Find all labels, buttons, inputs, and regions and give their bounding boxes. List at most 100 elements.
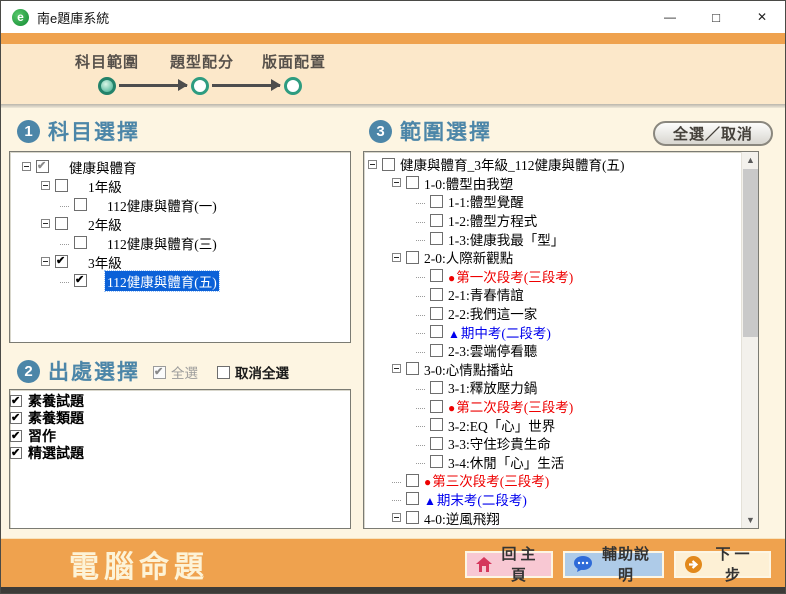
tree-label[interactable]: 3年級 bbox=[86, 252, 124, 272]
collapse-icon[interactable] bbox=[392, 178, 401, 187]
tree-label[interactable]: ▲期中考(二段考) bbox=[446, 322, 553, 342]
checkbox[interactable] bbox=[406, 362, 419, 375]
tree-row[interactable]: 2年級 bbox=[10, 214, 350, 233]
subject-tree-listbox[interactable]: 健康與體育1年級112健康與體育(一)2年級112健康與體育(三)3年級112健… bbox=[9, 151, 351, 343]
tree-row[interactable]: 2-2:我們這一家 bbox=[364, 304, 741, 323]
scrollbar-thumb[interactable] bbox=[743, 169, 758, 337]
collapse-icon[interactable] bbox=[392, 253, 401, 262]
tree-label[interactable]: 3-2:EQ「心」世界 bbox=[446, 415, 557, 435]
tree-row[interactable]: 1年級 bbox=[10, 176, 350, 195]
checkbox[interactable] bbox=[406, 492, 419, 505]
tree-row[interactable]: ●第三次段考(三段考) bbox=[364, 471, 741, 490]
home-button[interactable]: 回主頁 bbox=[465, 551, 553, 578]
tree-label[interactable]: ●第三次段考(三段考) bbox=[422, 470, 551, 490]
tree-label[interactable]: 2-1:青春情誼 bbox=[446, 284, 526, 304]
tree-label[interactable]: ▲期末考(二段考) bbox=[422, 489, 529, 509]
tree-label[interactable]: ●第一次段考(三段考) bbox=[446, 266, 575, 286]
tree-label[interactable]: 2-0:人際新觀點 bbox=[422, 247, 515, 267]
tree-row[interactable]: 1-3:健康我最「型」 bbox=[364, 229, 741, 248]
checkbox[interactable] bbox=[430, 344, 443, 357]
tree-row[interactable]: ●第一次段考(三段考) bbox=[364, 267, 741, 286]
checkbox[interactable] bbox=[430, 214, 443, 227]
tree-label[interactable]: 4-0:逆風飛翔 bbox=[422, 508, 502, 528]
tree-row[interactable]: 2-0:人際新觀點 bbox=[364, 248, 741, 267]
checkbox[interactable] bbox=[55, 217, 68, 230]
tree-row[interactable]: 3-1:釋放壓力鍋 bbox=[364, 378, 741, 397]
tree-label[interactable]: 112健康與體育(三) bbox=[105, 233, 219, 253]
tree-label[interactable]: 3-1:釋放壓力鍋 bbox=[446, 377, 539, 397]
checkbox[interactable] bbox=[55, 255, 68, 268]
checkbox[interactable] bbox=[430, 325, 443, 338]
tree-label[interactable]: 健康與體育 bbox=[67, 157, 139, 177]
scroll-down-icon[interactable]: ▼ bbox=[742, 512, 759, 528]
tree-row[interactable]: 健康與體育_3年級_112健康與體育(五) bbox=[364, 155, 741, 174]
checkbox[interactable] bbox=[430, 288, 443, 301]
tree-row[interactable]: 112健康與體育(五) bbox=[10, 271, 350, 290]
checkbox[interactable] bbox=[10, 412, 22, 424]
checkbox[interactable] bbox=[430, 307, 443, 320]
source-listbox[interactable]: 素養試題素養類題習作精選試題 bbox=[9, 389, 351, 529]
tree-row[interactable]: 素養類題 bbox=[10, 410, 350, 428]
checkbox[interactable] bbox=[55, 179, 68, 192]
close-button[interactable]: ✕ bbox=[739, 1, 785, 33]
checkbox[interactable] bbox=[74, 236, 87, 249]
checkbox[interactable] bbox=[430, 232, 443, 245]
checkbox[interactable] bbox=[36, 160, 49, 173]
tree-row[interactable]: 112健康與體育(一) bbox=[10, 195, 350, 214]
checkbox[interactable] bbox=[406, 251, 419, 264]
checkbox[interactable] bbox=[382, 158, 395, 171]
tree-label[interactable]: 精選試題 bbox=[26, 443, 86, 463]
tree-row[interactable]: 2-3:雲端停看聽 bbox=[364, 341, 741, 360]
tree-row[interactable]: 素養試題 bbox=[10, 392, 350, 410]
tree-row[interactable]: 3-3:守住珍貴生命 bbox=[364, 434, 741, 453]
checkbox[interactable] bbox=[10, 395, 22, 407]
checkbox[interactable] bbox=[74, 198, 87, 211]
deselect-all-checkbox[interactable] bbox=[217, 366, 230, 379]
checkbox[interactable] bbox=[406, 474, 419, 487]
tree-row[interactable]: 3年級 bbox=[10, 252, 350, 271]
tree-row[interactable]: ●第二次段考(三段考) bbox=[364, 397, 741, 416]
tree-label[interactable]: 1-2:體型方程式 bbox=[446, 210, 539, 230]
help-button[interactable]: 輔助說明 bbox=[563, 551, 664, 578]
checkbox[interactable] bbox=[10, 430, 22, 442]
tree-row[interactable]: ▲期中考(二段考) bbox=[364, 322, 741, 341]
checkbox[interactable] bbox=[406, 511, 419, 524]
scroll-up-icon[interactable]: ▲ bbox=[742, 152, 759, 168]
tree-label[interactable]: 1年級 bbox=[86, 176, 124, 196]
tree-row[interactable]: 112健康與體育(三) bbox=[10, 233, 350, 252]
checkbox[interactable] bbox=[430, 400, 443, 413]
tree-label[interactable]: 健康與體育_3年級_112健康與體育(五) bbox=[398, 154, 627, 174]
tree-row[interactable]: 3-2:EQ「心」世界 bbox=[364, 415, 741, 434]
checkbox[interactable] bbox=[10, 447, 22, 459]
checkbox[interactable] bbox=[430, 418, 443, 431]
tree-label[interactable]: 3-0:心情點播站 bbox=[422, 359, 515, 379]
collapse-icon[interactable] bbox=[41, 257, 50, 266]
tree-row[interactable]: ▲期末考(二段考) bbox=[364, 490, 741, 509]
checkbox[interactable] bbox=[406, 176, 419, 189]
tree-label[interactable]: 2-2:我們這一家 bbox=[446, 303, 539, 323]
scrollbar[interactable]: ▲ ▼ bbox=[741, 152, 758, 528]
checkbox[interactable] bbox=[430, 455, 443, 468]
tree-row[interactable]: 健康與體育 bbox=[10, 157, 350, 176]
tree-label[interactable]: 112健康與體育(一) bbox=[105, 195, 219, 215]
select-all-checkbox[interactable] bbox=[153, 366, 166, 379]
tree-row[interactable]: 2-1:青春情誼 bbox=[364, 285, 741, 304]
tree-label[interactable]: 1-1:體型覺醒 bbox=[446, 191, 526, 211]
select-all-toggle-button[interactable]: 全選／取消 bbox=[653, 121, 773, 146]
maximize-button[interactable]: □ bbox=[693, 1, 739, 33]
tree-label[interactable]: 3-3:守住珍貴生命 bbox=[446, 433, 553, 453]
checkbox[interactable] bbox=[430, 437, 443, 450]
checkbox[interactable] bbox=[430, 381, 443, 394]
next-step-button[interactable]: 下一步 bbox=[674, 551, 771, 578]
checkbox[interactable] bbox=[74, 274, 87, 287]
checkbox[interactable] bbox=[430, 269, 443, 282]
checkbox[interactable] bbox=[430, 195, 443, 208]
tree-row[interactable]: 1-2:體型方程式 bbox=[364, 211, 741, 230]
tree-row[interactable]: 1-1:體型覺醒 bbox=[364, 192, 741, 211]
tree-row[interactable]: 4-0:逆風飛翔 bbox=[364, 508, 741, 527]
tree-label[interactable]: 2年級 bbox=[86, 214, 124, 234]
collapse-icon[interactable] bbox=[41, 219, 50, 228]
tree-label[interactable]: ●第二次段考(三段考) bbox=[446, 396, 575, 416]
collapse-icon[interactable] bbox=[392, 513, 401, 522]
tree-row[interactable]: 1-0:體型由我塑 bbox=[364, 174, 741, 193]
